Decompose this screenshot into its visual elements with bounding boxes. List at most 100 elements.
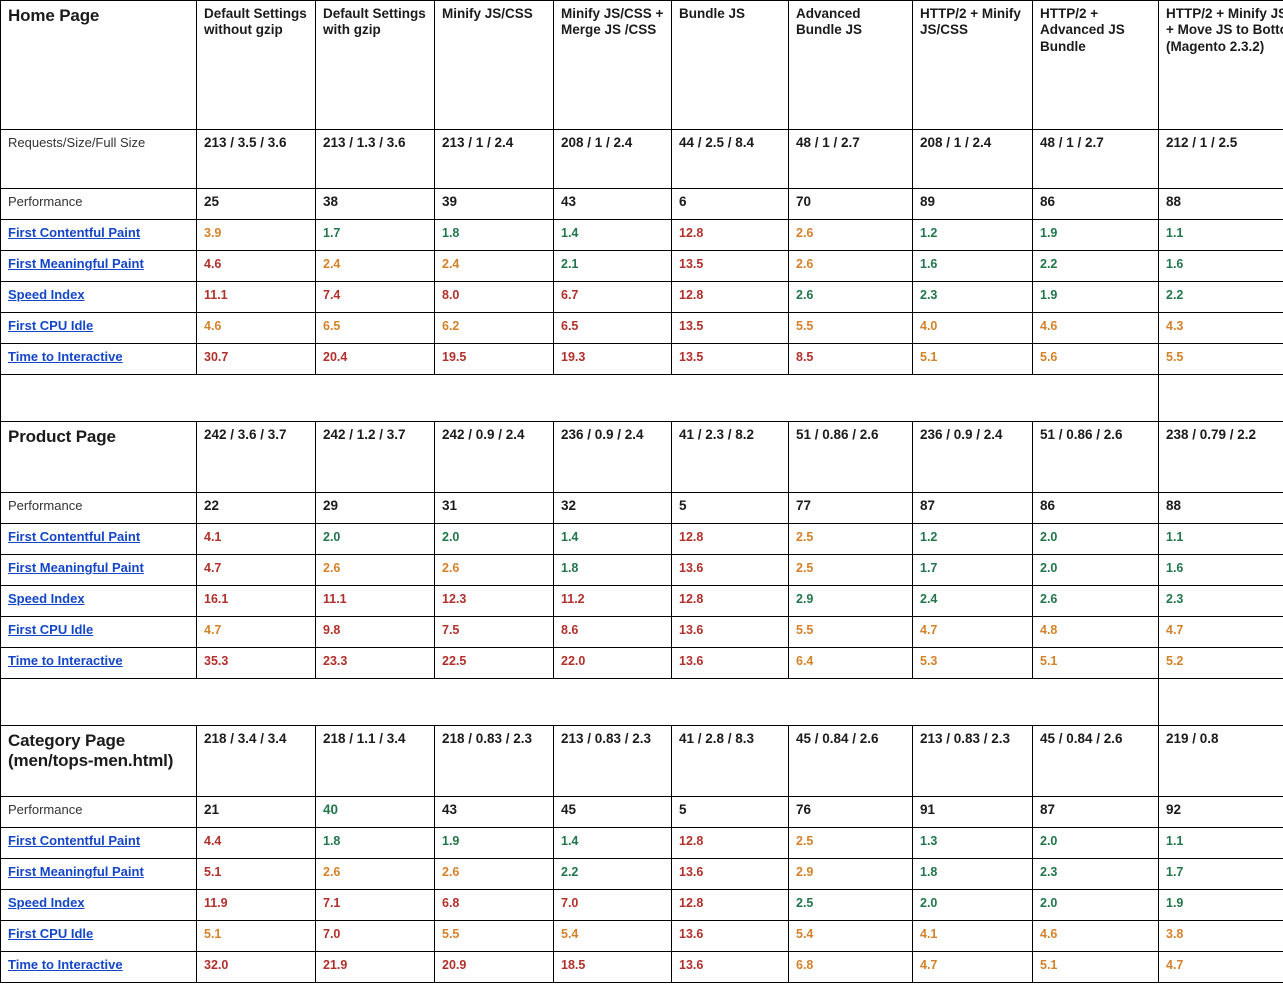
column-header-label: Minify JS/CSS	[442, 6, 533, 21]
metric-value: 12.3	[442, 592, 467, 606]
column-header-cell: HTTP/2 + Minify JS/CSS + Move JS to Bott…	[1158, 0, 1283, 130]
metric-value: 2.6	[323, 561, 341, 575]
metric-value: 4.8	[1040, 623, 1058, 637]
metric-link-fcp[interactable]: First Contentful Paint	[8, 833, 140, 848]
metric-value-cell: 6.5	[553, 312, 672, 344]
metric-link-fmp[interactable]: First Meaningful Paint	[8, 256, 144, 271]
metric-link-si[interactable]: Speed Index	[8, 591, 85, 606]
metric-value-cell: 2.3	[912, 281, 1033, 313]
metric-value-cell: 2.6	[315, 858, 435, 890]
metric-link-tti[interactable]: Time to Interactive	[8, 653, 123, 668]
metric-value-cell: 1.4	[553, 827, 672, 859]
row-label-cell: Time to Interactive	[0, 647, 197, 679]
requests-size-cell: 242 / 1.2 / 3.7	[315, 421, 435, 493]
metric-value-cell: 1.3	[912, 827, 1033, 859]
metric-value-cell: 11.1	[315, 585, 435, 617]
metric-value-cell: 4.8	[1032, 616, 1159, 648]
requests-size-cell: 218 / 3.4 / 3.4	[196, 725, 316, 797]
row-label-cell: First CPU Idle	[0, 312, 197, 344]
metric-value-cell: 2.0	[434, 523, 554, 555]
row-label-cell: Time to Interactive	[0, 951, 197, 983]
section-spacer-row	[0, 374, 1283, 422]
performance-score: 25	[204, 194, 220, 209]
column-header-label: Default Settings without gzip	[204, 6, 307, 38]
metric-value-cell: 32.0	[196, 951, 316, 983]
requests-size-value: 212 / 1 / 2.5	[1166, 135, 1238, 150]
metric-value: 2.0	[1040, 530, 1058, 544]
metric-value-cell: 5.1	[196, 920, 316, 952]
metric-value-cell: 4.7	[912, 616, 1033, 648]
metric-value: 4.7	[1166, 623, 1184, 637]
requests-size-value: 219 / 0.8	[1166, 731, 1219, 746]
metric-link-cpu[interactable]: First CPU Idle	[8, 622, 93, 637]
metric-link-tti[interactable]: Time to Interactive	[8, 957, 123, 972]
metric-value: 2.6	[796, 257, 814, 271]
metric-value-cell: 1.9	[1158, 889, 1283, 921]
metric-link-cpu[interactable]: First CPU Idle	[8, 318, 93, 333]
requests-size-value: 41 / 2.3 / 8.2	[679, 427, 755, 442]
performance-score-cell: 5	[671, 796, 789, 828]
performance-score: 88	[1166, 498, 1182, 513]
metric-value: 1.6	[1166, 561, 1184, 575]
metric-value: 13.5	[679, 350, 704, 364]
section-title-cell: Home Page	[0, 0, 197, 130]
metric-link-fcp[interactable]: First Contentful Paint	[8, 225, 140, 240]
metric-value-cell: 2.6	[1032, 585, 1159, 617]
metric-link-fmp[interactable]: First Meaningful Paint	[8, 560, 144, 575]
metric-value: 8.6	[561, 623, 579, 637]
metric-link-cpu[interactable]: First CPU Idle	[8, 926, 93, 941]
metric-row: First CPU Idle 4.7 9.8 7.5 8.6 13.6 5.5 4.7 4.8 4…	[0, 616, 1283, 648]
metric-value-cell: 5.5	[434, 920, 554, 952]
metric-value: 9.8	[323, 623, 341, 637]
row-label-cell: Speed Index	[0, 889, 197, 921]
metric-link-fcp[interactable]: First Contentful Paint	[8, 529, 140, 544]
requests-size-value: 41 / 2.8 / 8.3	[679, 731, 755, 746]
performance-score: 70	[796, 194, 812, 209]
metric-value-cell: 11.1	[196, 281, 316, 313]
performance-score-cell: 87	[912, 492, 1033, 524]
performance-score-cell: 5	[671, 492, 789, 524]
row-label-performance: Performance	[8, 802, 83, 817]
section-spacer-row	[0, 678, 1283, 726]
performance-row: Performance 22 29 31 32 5 77 87 86 88	[0, 492, 1283, 524]
metric-value: 2.6	[442, 561, 460, 575]
row-label-performance: Performance	[8, 194, 83, 209]
requests-size-value: 218 / 1.1 / 3.4	[323, 731, 406, 746]
metric-value: 4.6	[1040, 319, 1058, 333]
metric-link-fmp[interactable]: First Meaningful Paint	[8, 864, 144, 879]
metric-value-cell: 2.9	[788, 858, 913, 890]
metric-value-cell: 12.8	[671, 523, 789, 555]
metric-value-cell: 11.2	[553, 585, 672, 617]
metric-row: Speed Index 11.9 7.1 6.8 7.0 12.8 2.5 2.0 2.0 1.9	[0, 889, 1283, 921]
column-header-label: Advanced Bundle JS	[796, 6, 863, 38]
metric-value: 5.5	[796, 623, 814, 637]
performance-score: 5	[679, 498, 687, 513]
metric-value: 2.6	[796, 288, 814, 302]
metric-value: 16.1	[204, 592, 229, 606]
metric-value-cell: 1.8	[553, 554, 672, 586]
metric-value-cell: 1.1	[1158, 827, 1283, 859]
metric-value-cell: 5.1	[1032, 647, 1159, 679]
metric-value: 1.1	[1166, 530, 1184, 544]
metric-link-si[interactable]: Speed Index	[8, 287, 85, 302]
metric-value-cell: 6.7	[553, 281, 672, 313]
section-header-row: Category Page (men/tops-men.html) 218 / 3…	[0, 725, 1283, 797]
metric-value-cell: 4.3	[1158, 312, 1283, 344]
requests-size-value: 242 / 3.6 / 3.7	[204, 427, 287, 442]
column-header-cell: Default Settings with gzip	[315, 0, 435, 130]
section-header-row: Product Page 242 / 3.6 / 3.7 242 / 1.2 / 3…	[0, 421, 1283, 493]
metric-value: 1.6	[1166, 257, 1184, 271]
requests-size-value: 236 / 0.9 / 2.4	[561, 427, 644, 442]
performance-score-cell: 45	[553, 796, 672, 828]
metric-value: 6.8	[796, 958, 814, 972]
metric-value: 6.8	[442, 896, 460, 910]
metric-link-tti[interactable]: Time to Interactive	[8, 349, 123, 364]
metric-value: 1.4	[561, 226, 579, 240]
metric-link-si[interactable]: Speed Index	[8, 895, 85, 910]
column-header-label: HTTP/2 + Advanced JS Bundle	[1040, 6, 1125, 54]
metric-value: 2.5	[796, 834, 814, 848]
metric-value-cell: 2.2	[553, 858, 672, 890]
requests-size-value: 51 / 0.86 / 2.6	[1040, 427, 1123, 442]
requests-size-value: 48 / 1 / 2.7	[796, 135, 860, 150]
requests-size-value: 45 / 0.84 / 2.6	[1040, 731, 1123, 746]
